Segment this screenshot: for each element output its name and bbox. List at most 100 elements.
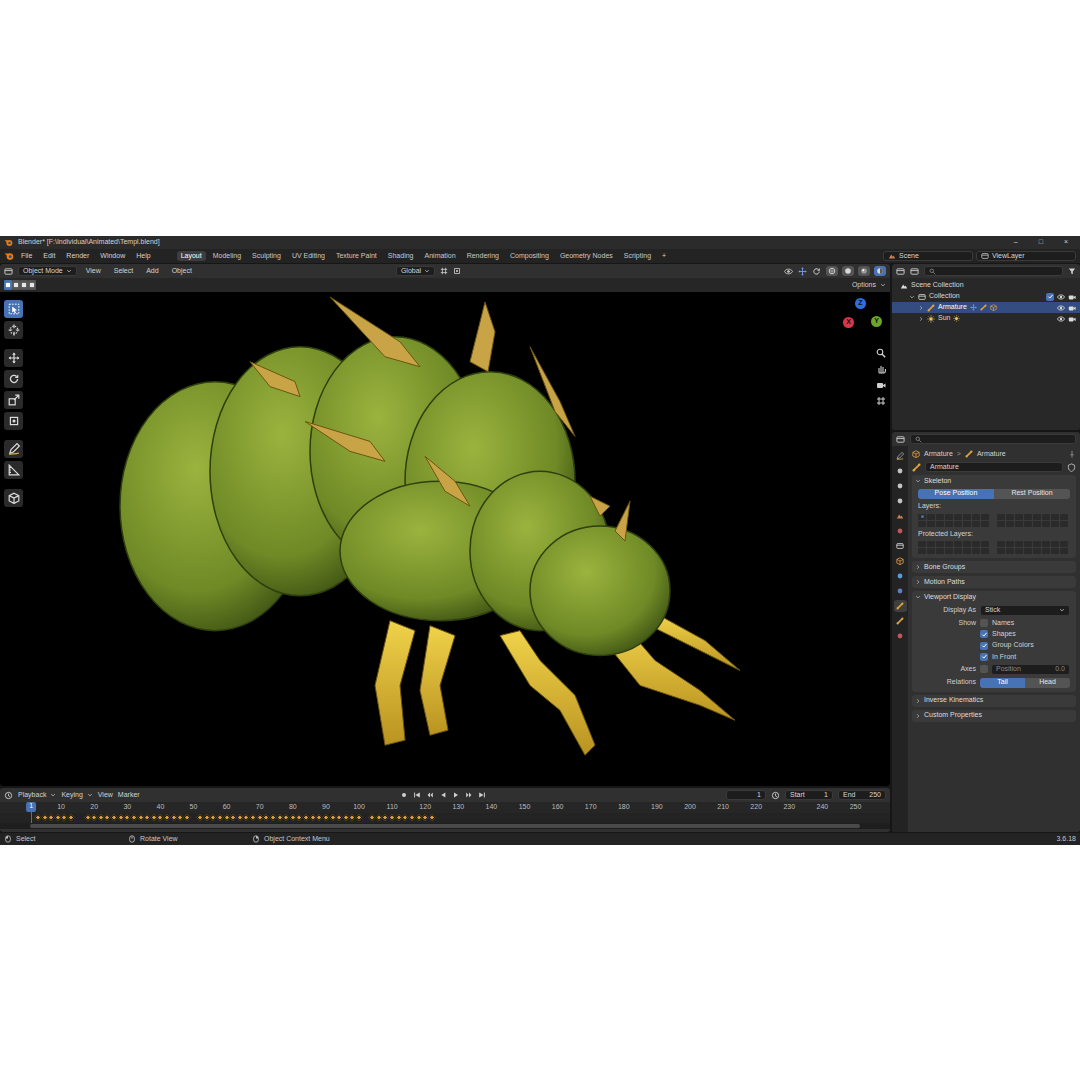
render-tab[interactable]: [894, 465, 907, 477]
menu-item[interactable]: Edit: [39, 252, 59, 260]
viewport-menu[interactable]: View: [82, 267, 105, 275]
workspace-tab[interactable]: Animation: [421, 251, 460, 261]
expand-arrow[interactable]: [918, 316, 924, 322]
workspace-tab[interactable]: Rendering: [463, 251, 503, 261]
panel-header[interactable]: Bone Groups: [912, 561, 1076, 573]
workspace-tab[interactable]: Compositing: [506, 251, 553, 261]
panel-header[interactable]: Inverse Kinematics: [912, 695, 1076, 707]
object-tab[interactable]: [894, 555, 907, 567]
current-frame-field[interactable]: 1: [726, 790, 766, 800]
display-as-dropdown[interactable]: Stick: [980, 605, 1070, 615]
keyframe[interactable]: [269, 814, 276, 821]
layer-button[interactable]: [945, 548, 953, 554]
layer-button[interactable]: [954, 548, 962, 554]
layer-button[interactable]: [918, 521, 926, 527]
select-tool[interactable]: [4, 300, 23, 318]
axes-position-field[interactable]: Position0.0: [991, 664, 1070, 674]
layer-button[interactable]: [997, 541, 1005, 547]
layer-button[interactable]: [945, 541, 953, 547]
layer-button[interactable]: [1015, 521, 1023, 527]
layer-button[interactable]: [1033, 541, 1041, 547]
layer-button[interactable]: [918, 541, 926, 547]
layer-button[interactable]: [997, 514, 1005, 520]
layer-button[interactable]: [1051, 548, 1059, 554]
outliner-item-name[interactable]: Armature: [938, 303, 967, 311]
panel-header[interactable]: Skeleton: [912, 475, 1076, 487]
layer-button[interactable]: [1042, 521, 1050, 527]
collection-checkbox[interactable]: [1046, 293, 1054, 301]
annotate-tool[interactable]: [4, 440, 23, 458]
panel-header[interactable]: Viewport Display: [912, 591, 1076, 603]
panel-header[interactable]: Motion Paths: [912, 576, 1076, 588]
timeline-menu[interactable]: Marker: [118, 791, 140, 799]
visibility-toggle[interactable]: [1057, 304, 1065, 312]
layer-button[interactable]: [1060, 514, 1068, 520]
grid-button[interactable]: [876, 396, 886, 406]
checkbox[interactable]: [980, 619, 988, 627]
menu-item[interactable]: Render: [62, 252, 93, 260]
datablock-field[interactable]: Armature: [925, 462, 1063, 472]
layer-button[interactable]: [1060, 541, 1068, 547]
layer-button[interactable]: [1033, 521, 1041, 527]
jend-button[interactable]: [478, 791, 486, 799]
layer-button[interactable]: [1015, 541, 1023, 547]
creature-model[interactable]: [0, 292, 890, 786]
layer-button[interactable]: [1060, 548, 1068, 554]
layer-button[interactable]: [945, 514, 953, 520]
layer-button[interactable]: [1024, 548, 1032, 554]
layer-button[interactable]: [954, 541, 962, 547]
layer-button[interactable]: [927, 548, 935, 554]
layer-button[interactable]: [936, 521, 944, 527]
layer-button[interactable]: [954, 521, 962, 527]
shading-button[interactable]: [826, 266, 838, 276]
playhead[interactable]: 1: [26, 802, 36, 812]
workspace-tab[interactable]: Texture Paint: [332, 251, 381, 261]
world-tab[interactable]: [894, 525, 907, 537]
keyframe[interactable]: [408, 814, 415, 821]
layer-button[interactable]: [997, 548, 1005, 554]
checkbox[interactable]: [980, 630, 988, 638]
keyframe[interactable]: [355, 814, 362, 821]
gizmo-axis[interactable]: Y: [871, 316, 882, 327]
hand-button[interactable]: [876, 364, 886, 374]
viewport-menu[interactable]: Object: [168, 267, 196, 275]
shading-button[interactable]: [858, 266, 870, 276]
layer-button[interactable]: [1015, 514, 1023, 520]
keyframe[interactable]: [130, 814, 137, 821]
checkbox[interactable]: [980, 653, 988, 661]
layer-button[interactable]: [972, 521, 980, 527]
check-label[interactable]: Names: [992, 619, 1014, 627]
cube-tool[interactable]: [4, 489, 23, 507]
jstart-button[interactable]: [413, 791, 421, 799]
workspace-tab[interactable]: Layout: [177, 251, 206, 261]
menu-item[interactable]: Window: [96, 252, 129, 260]
start-field[interactable]: Start1: [785, 790, 833, 800]
constraints-tab[interactable]: [894, 585, 907, 597]
outliner-item[interactable]: Armature: [892, 302, 1080, 313]
check-label[interactable]: Shapes: [992, 630, 1016, 638]
layer-button[interactable]: [997, 521, 1005, 527]
timeline-menu[interactable]: Keying: [61, 791, 92, 799]
gizmo-axis[interactable]: X: [843, 317, 854, 328]
view_layer-tab[interactable]: [894, 495, 907, 507]
bone-tab[interactable]: [894, 615, 907, 627]
select-mode-button[interactable]: [12, 280, 20, 290]
layer-button[interactable]: [1051, 514, 1059, 520]
timeline-menu[interactable]: View: [98, 791, 113, 799]
layer-button[interactable]: [963, 514, 971, 520]
layer-button[interactable]: [1042, 541, 1050, 547]
relations-option[interactable]: Tail: [980, 678, 1025, 688]
add-workspace-button[interactable]: +: [658, 252, 670, 260]
measure-tool[interactable]: [4, 461, 23, 479]
render-toggle[interactable]: [1068, 315, 1076, 323]
keyframe[interactable]: [428, 814, 435, 821]
record-button[interactable]: [400, 791, 408, 799]
position-option[interactable]: Rest Position: [994, 489, 1070, 499]
rotate-tool[interactable]: [4, 370, 23, 388]
output-tab[interactable]: [894, 480, 907, 492]
mode-dropdown[interactable]: Object Mode: [18, 266, 77, 276]
frame-ruler[interactable]: 1020304050607080901001101201301401501601…: [0, 802, 890, 813]
relations-option[interactable]: Head: [1025, 678, 1070, 688]
tool-tab[interactable]: [894, 450, 907, 462]
scene-tab[interactable]: [894, 510, 907, 522]
